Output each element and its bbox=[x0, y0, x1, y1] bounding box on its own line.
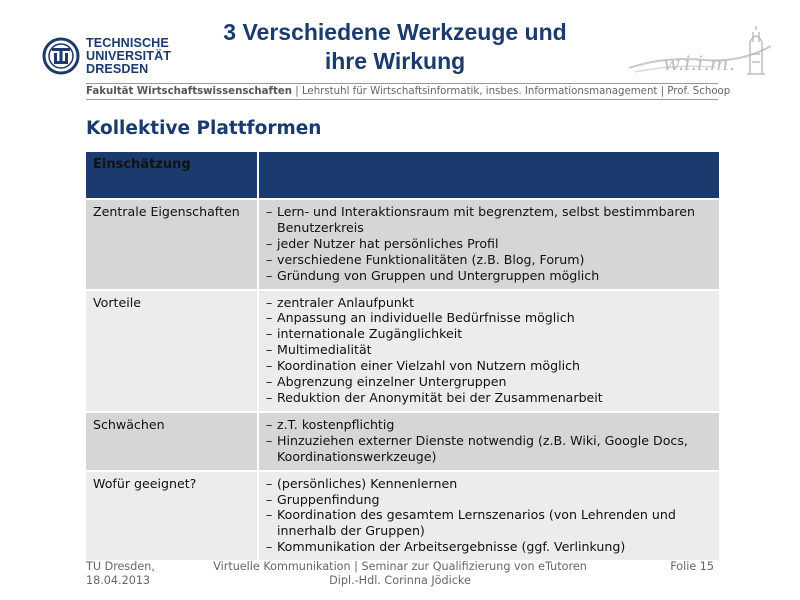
row-points: (persönliches) Kennenlernen Gruppenfindu… bbox=[258, 469, 719, 561]
row-points: Lern- und Interaktionsraum mit begrenzte… bbox=[258, 198, 719, 290]
bullet-point: Lern- und Interaktionsraum mit begrenzte… bbox=[266, 204, 712, 236]
row-points: zentraler Anlaufpunkt Anpassung an indiv… bbox=[258, 288, 719, 412]
tu-dresden-seal-icon bbox=[42, 37, 80, 75]
table-header-row: Einschätzung bbox=[86, 152, 719, 199]
bullet-point: verschiedene Funktionalitäten (z.B. Blog… bbox=[266, 252, 712, 268]
faculty-name: Fakultät Wirtschaftswissenschaften bbox=[86, 86, 293, 97]
table-row: Vorteile zentraler Anlaufpunkt Anpassung… bbox=[86, 288, 719, 412]
footer-date: TU Dresden, 18.04.2013 bbox=[86, 560, 155, 587]
footer-line: Dipl.-Hdl. Corinna Jödicke bbox=[329, 573, 471, 587]
bullet-point: internationale Zugänglichkeit bbox=[266, 326, 712, 342]
bullet-point: z.T. kostenpflichtig bbox=[266, 417, 712, 433]
table-row: Schwächen z.T. kostenpflichtig Hinzuzieh… bbox=[86, 410, 719, 471]
bullet-point: Hinzuziehen externer Dienste notwendig (… bbox=[266, 433, 712, 465]
table-row: Wofür geeignet? (persönliches) Kennenler… bbox=[86, 469, 719, 561]
header-divider-bottom bbox=[86, 99, 718, 100]
row-label: Zentrale Eigenschaften bbox=[86, 198, 259, 290]
bullet-point: Kommunikation der Arbeitsergebnisse (ggf… bbox=[266, 539, 712, 555]
bullet-point: jeder Nutzer hat persönliches Profil bbox=[266, 236, 712, 252]
slide-title: 3 Verschiedene Werkzeuge und ihre Wirkun… bbox=[190, 18, 600, 76]
table-header-cell: Einschätzung bbox=[86, 152, 259, 199]
bullet-point: Anpassung an individuelle Bedürfnisse mö… bbox=[266, 310, 712, 326]
header-divider-top bbox=[86, 83, 718, 84]
bullet-point: Gruppenfindung bbox=[266, 492, 712, 508]
faculty-line: Fakultät Wirtschaftswissenschaften | Leh… bbox=[86, 86, 730, 97]
chair-info: | Lehrstuhl für Wirtschaftsinformatik, i… bbox=[292, 86, 731, 97]
footer-line: TU Dresden, bbox=[86, 560, 155, 573]
table-row: Zentrale Eigenschaften Lern- und Interak… bbox=[86, 198, 719, 290]
bullet-point: Abgrenzung einzelner Untergruppen bbox=[266, 374, 712, 390]
row-points: z.T. kostenpflichtig Hinzuziehen externe… bbox=[258, 410, 719, 471]
tower-sketch-icon bbox=[747, 26, 765, 75]
assessment-table: Einschätzung Zentrale Eigenschaften Lern… bbox=[86, 152, 719, 561]
footer-line: Virtuelle Kommunikation | Seminar zur Qu… bbox=[213, 560, 587, 573]
bullet-point: zentraler Anlaufpunkt bbox=[266, 295, 712, 311]
bullet-point: Reduktion der Anonymität bei der Zusamme… bbox=[266, 390, 712, 406]
bullet-point: Koordination des gesamtem Lernszenarios … bbox=[266, 507, 712, 539]
logo-line: DRESDEN bbox=[86, 62, 149, 76]
table-header-cell bbox=[258, 152, 719, 199]
tu-dresden-logo: TECHNISCHE UNIVERSITÄT DRESDEN bbox=[42, 35, 182, 77]
wiim-logo-text: w.i.i.m. bbox=[663, 51, 735, 75]
bullet-point: Koordination einer Vielzahl von Nutzern … bbox=[266, 358, 712, 374]
footer-course: Virtuelle Kommunikation | Seminar zur Qu… bbox=[200, 560, 600, 587]
section-title: Kollektive Plattformen bbox=[86, 118, 322, 139]
slide-title-line: 3 Verschiedene Werkzeuge und bbox=[223, 19, 567, 45]
bullet-point: Multimedialität bbox=[266, 342, 712, 358]
logo-wordmark: TECHNISCHE UNIVERSITÄT DRESDEN bbox=[86, 37, 171, 76]
bullet-point: (persönliches) Kennenlernen bbox=[266, 476, 712, 492]
row-label: Wofür geeignet? bbox=[86, 469, 259, 561]
row-label: Vorteile bbox=[86, 288, 259, 412]
footer-line: 18.04.2013 bbox=[86, 573, 151, 587]
row-label: Schwächen bbox=[86, 410, 259, 471]
bullet-point: Gründung von Gruppen und Untergruppen mö… bbox=[266, 268, 712, 284]
wiim-logo: w.i.i.m. bbox=[628, 26, 772, 75]
slide-title-line: ihre Wirkung bbox=[324, 48, 466, 74]
slide-number: Folie 15 bbox=[670, 560, 714, 573]
